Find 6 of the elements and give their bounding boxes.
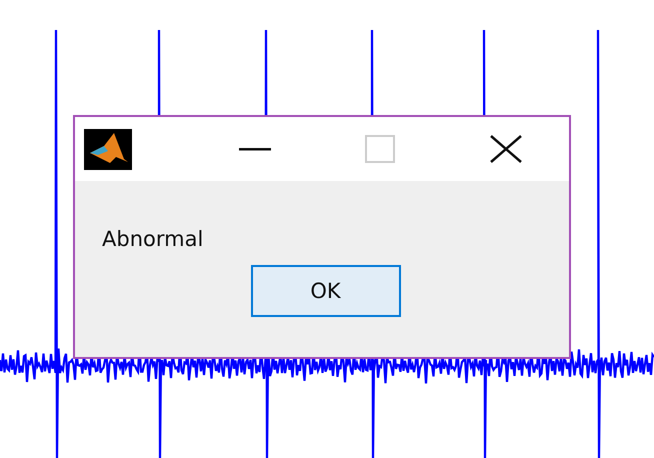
dialog-message: Abnormal (102, 227, 204, 251)
app-logo-icon (84, 128, 132, 170)
minimize-icon (238, 148, 271, 150)
ok-button[interactable]: OK (250, 265, 400, 317)
maximize-icon (365, 135, 396, 163)
close-icon (490, 135, 522, 163)
